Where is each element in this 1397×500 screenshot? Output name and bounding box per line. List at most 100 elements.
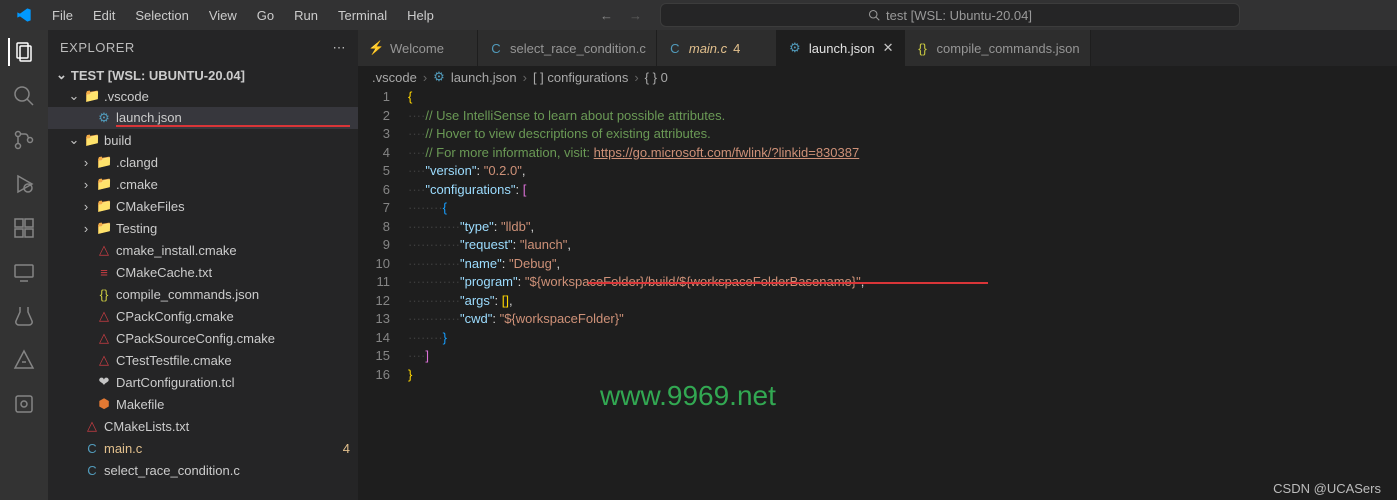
tree-item[interactable]: ›📁Testing bbox=[48, 217, 358, 239]
source-control-icon[interactable] bbox=[10, 126, 38, 154]
tree-item[interactable]: ⚙launch.json bbox=[48, 107, 358, 129]
menu-go[interactable]: Go bbox=[249, 4, 282, 27]
tree-item-label: CPackSourceConfig.cmake bbox=[116, 331, 350, 346]
menu-selection[interactable]: Selection bbox=[127, 4, 196, 27]
tree-item-label: .clangd bbox=[116, 155, 350, 170]
sidebar: EXPLORER ⋯ ⌄ TEST [WSL: UBUNTU-20.04] ⌄📁… bbox=[48, 30, 358, 500]
menu-run[interactable]: Run bbox=[286, 4, 326, 27]
tree-item-label: CMakeCache.txt bbox=[116, 265, 350, 280]
tree-item[interactable]: Cmain.c4 bbox=[48, 437, 358, 459]
breadcrumb-item[interactable]: launch.json bbox=[451, 70, 517, 85]
file-icon: △ bbox=[96, 242, 112, 258]
remote-explorer-icon[interactable] bbox=[10, 258, 38, 286]
explorer-icon[interactable] bbox=[8, 38, 38, 66]
sidebar-title: EXPLORER bbox=[60, 40, 135, 55]
project-name: TEST [WSL: UBUNTU-20.04] bbox=[71, 68, 245, 83]
file-icon: {} bbox=[96, 287, 112, 302]
tree-item-label: CPackConfig.cmake bbox=[116, 309, 350, 324]
file-icon: △ bbox=[96, 352, 112, 368]
editor-tab[interactable]: {} compile_commands.json bbox=[905, 30, 1091, 66]
run-debug-icon[interactable] bbox=[10, 170, 38, 198]
vscode-logo-icon bbox=[8, 3, 40, 27]
chevron-icon: › bbox=[80, 155, 92, 170]
tree-item[interactable]: Cselect_race_condition.c bbox=[48, 459, 358, 481]
testing-icon[interactable] bbox=[10, 302, 38, 330]
editor-tab[interactable]: ⚙launch.json✕ bbox=[777, 30, 905, 66]
tree-item-label: DartConfiguration.tcl bbox=[116, 375, 350, 390]
tree-item[interactable]: △CMakeLists.txt bbox=[48, 415, 358, 437]
file-icon: 📁 bbox=[84, 132, 100, 148]
tree-item[interactable]: △ cmake_install.cmake bbox=[48, 239, 358, 261]
extensions-icon[interactable] bbox=[10, 214, 38, 242]
nav-forward-icon[interactable]: → bbox=[629, 8, 642, 23]
editor-tab[interactable]: Cmain.c4 bbox=[657, 30, 777, 66]
chevron-down-icon[interactable]: ⌄ bbox=[56, 67, 67, 83]
tree-item[interactable]: ⬢ Makefile bbox=[48, 393, 358, 415]
tree-item[interactable]: ❤ DartConfiguration.tcl bbox=[48, 371, 358, 393]
tree-item[interactable]: ›📁.cmake bbox=[48, 173, 358, 195]
tree-item-label: Makefile bbox=[116, 397, 350, 412]
menu-file[interactable]: File bbox=[44, 4, 81, 27]
tree-item-label: select_race_condition.c bbox=[104, 463, 350, 478]
breadcrumb-item[interactable]: { } 0 bbox=[645, 70, 668, 85]
tree-item-label: build bbox=[104, 133, 350, 148]
tab-label: compile_commands.json bbox=[937, 41, 1080, 56]
file-icon: 📁 bbox=[96, 154, 112, 170]
tree-item[interactable]: ≡CMakeCache.txt bbox=[48, 261, 358, 283]
breadcrumb-item[interactable]: .vscode bbox=[372, 70, 417, 85]
close-icon[interactable]: ✕ bbox=[883, 40, 894, 56]
tree-item[interactable]: ⌄📁build bbox=[48, 129, 358, 151]
tree-item[interactable]: △ CPackSourceConfig.cmake bbox=[48, 327, 358, 349]
menu-terminal[interactable]: Terminal bbox=[330, 4, 395, 27]
command-center-text: test [WSL: Ubuntu-20.04] bbox=[886, 8, 1032, 23]
file-icon: 📁 bbox=[84, 88, 100, 104]
file-icon: 📁 bbox=[96, 198, 112, 214]
chevron-icon: ⌄ bbox=[68, 88, 80, 104]
tab-label: select_race_condition.c bbox=[510, 41, 646, 56]
file-icon: {} bbox=[915, 41, 931, 56]
more-icon[interactable]: ⋯ bbox=[333, 40, 347, 56]
tree-item-label: launch.json bbox=[116, 110, 350, 127]
project-manager-icon[interactable] bbox=[10, 390, 38, 418]
menu-edit[interactable]: Edit bbox=[85, 4, 123, 27]
tree-item-label: CMakeLists.txt bbox=[104, 419, 350, 434]
tree-item[interactable]: › 📁 CMakeFiles bbox=[48, 195, 358, 217]
chevron-icon: › bbox=[80, 221, 92, 236]
code-editor[interactable]: { ····// Use IntelliSense to learn about… bbox=[408, 88, 1397, 500]
editor-tab[interactable]: ⚡Welcome bbox=[358, 30, 478, 66]
nav-back-icon[interactable]: ← bbox=[600, 8, 613, 23]
breadcrumb-item[interactable]: [ ] configurations bbox=[533, 70, 628, 85]
file-icon: 📁 bbox=[96, 220, 112, 236]
menu-view[interactable]: View bbox=[201, 4, 245, 27]
chevron-icon: › bbox=[80, 199, 92, 214]
tree-item[interactable]: △ CPackConfig.cmake bbox=[48, 305, 358, 327]
editor-area: ⚡WelcomeCselect_race_condition.cCmain.c4… bbox=[358, 30, 1397, 500]
tab-label: main.c bbox=[689, 41, 727, 56]
search-icon[interactable] bbox=[10, 82, 38, 110]
file-icon: ⬢ bbox=[96, 396, 112, 412]
file-icon: △ bbox=[96, 308, 112, 324]
menu-help[interactable]: Help bbox=[399, 4, 442, 27]
file-icon: C bbox=[84, 441, 100, 456]
editor-tabs: ⚡WelcomeCselect_race_condition.cCmain.c4… bbox=[358, 30, 1397, 66]
tree-item[interactable]: ⌄📁.vscode bbox=[48, 85, 358, 107]
editor-tab[interactable]: Cselect_race_condition.c bbox=[478, 30, 657, 66]
titlebar: File Edit Selection View Go Run Terminal… bbox=[0, 0, 1397, 30]
tree-item[interactable]: › 📁 .clangd bbox=[48, 151, 358, 173]
tree-item-label: .cmake bbox=[116, 177, 350, 192]
cmake-icon[interactable] bbox=[10, 346, 38, 374]
file-icon: △ bbox=[96, 330, 112, 346]
file-icon: ⚙ bbox=[96, 110, 112, 126]
breadcrumb[interactable]: .vscode›⚙ launch.json›[ ] configurations… bbox=[358, 66, 1397, 88]
line-numbers: 12345678910111213141516 bbox=[358, 88, 408, 500]
tree-item-label: CMakeFiles bbox=[116, 199, 350, 214]
tree-item-label: compile_commands.json bbox=[116, 287, 350, 302]
tree-item[interactable]: △CTestTestfile.cmake bbox=[48, 349, 358, 371]
file-icon: ❤ bbox=[96, 374, 112, 390]
tree-item-label: cmake_install.cmake bbox=[116, 243, 350, 258]
command-center[interactable]: test [WSL: Ubuntu-20.04] bbox=[660, 3, 1240, 27]
file-icon: ⚙ bbox=[787, 40, 803, 56]
tree-item[interactable]: {} compile_commands.json bbox=[48, 283, 358, 305]
watermark: www.9969.net bbox=[600, 380, 776, 412]
file-icon: C bbox=[84, 463, 100, 478]
